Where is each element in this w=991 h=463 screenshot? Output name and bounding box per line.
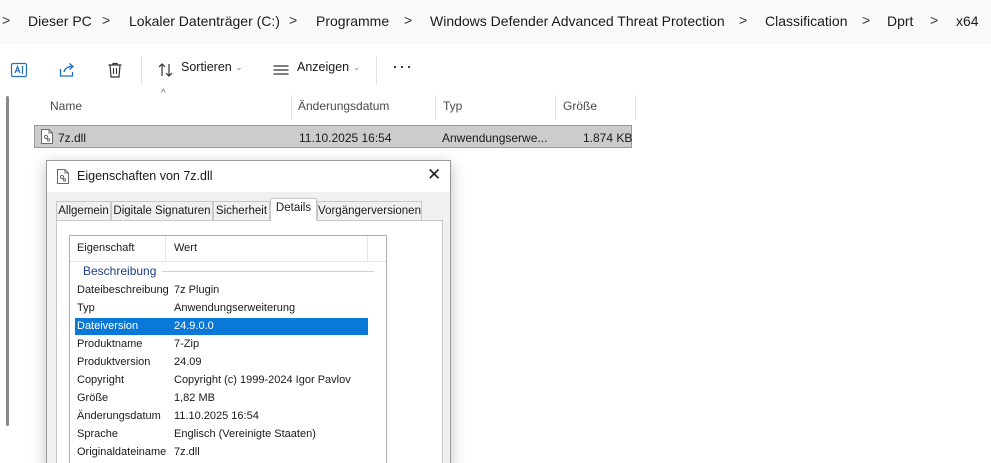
scrollbar[interactable] bbox=[6, 96, 9, 426]
property-key: Produktname bbox=[77, 338, 143, 350]
breadcrumb-separator: > bbox=[862, 12, 871, 28]
breadcrumb-item-classification[interactable]: Classification bbox=[765, 13, 847, 29]
view-button-label: Anzeigen bbox=[297, 60, 350, 74]
file-type: Anwendungserwe... bbox=[442, 131, 548, 145]
group-beschreibung: Beschreibung bbox=[83, 264, 157, 278]
column-divider[interactable] bbox=[635, 95, 636, 119]
chevron-down-icon: ⌄ bbox=[353, 63, 360, 72]
property-key: Dateiversion bbox=[77, 320, 139, 332]
property-row-selected[interactable]: Dateiversion 24.9.0.0 bbox=[75, 318, 368, 335]
column-divider[interactable] bbox=[435, 95, 436, 119]
column-header-size[interactable]: Größe bbox=[563, 99, 597, 113]
property-row[interactable]: Produktname 7-Zip bbox=[75, 336, 368, 353]
breadcrumb-item-windows-defender[interactable]: Windows Defender Advanced Threat Protect… bbox=[430, 13, 725, 29]
properties-list[interactable]: Eigenschaft Wert Beschreibung Dateibesch… bbox=[69, 235, 387, 463]
header-divider bbox=[70, 261, 386, 262]
column-header-date[interactable]: Änderungsdatum bbox=[298, 99, 389, 113]
header-eigenschaft[interactable]: Eigenschaft bbox=[77, 242, 134, 254]
property-key: Sprache bbox=[77, 428, 118, 440]
sort-button-label: Sortieren bbox=[181, 60, 232, 74]
column-divider[interactable] bbox=[555, 95, 556, 119]
tab-allgemein[interactable]: Allgemein bbox=[56, 201, 111, 220]
property-value: Copyright (c) 1999-2024 Igor Pavlov bbox=[174, 374, 351, 386]
header-wert[interactable]: Wert bbox=[174, 242, 197, 254]
details-panel: Eigenschaft Wert Beschreibung Dateibesch… bbox=[56, 220, 443, 463]
property-value: 7z.dll bbox=[174, 446, 200, 458]
tab-digitale-signaturen[interactable]: Digitale Signaturen bbox=[111, 201, 213, 220]
file-row-7z-dll[interactable]: 7z.dll 11.10.2025 16:54 Anwendungserwe..… bbox=[34, 125, 632, 148]
breadcrumb-separator: > bbox=[930, 12, 939, 28]
breadcrumb: > Dieser PC > Lokaler Datenträger (C:) >… bbox=[0, 0, 991, 44]
view-button[interactable]: Anzeigen ⌄ bbox=[297, 60, 360, 74]
more-options-button[interactable]: ··· bbox=[392, 56, 413, 77]
group-divider bbox=[162, 271, 374, 272]
file-size: 1.874 KB bbox=[583, 131, 633, 145]
sort-ascending-icon: ^ bbox=[161, 88, 166, 99]
tab-sicherheit[interactable]: Sicherheit bbox=[213, 201, 270, 220]
breadcrumb-separator: > bbox=[404, 12, 413, 28]
breadcrumb-item-lokaler-datentraeger[interactable]: Lokaler Datenträger (C:) bbox=[129, 13, 280, 29]
breadcrumb-item-dieser-pc[interactable]: Dieser PC bbox=[28, 13, 92, 29]
sort-icon bbox=[157, 61, 175, 79]
property-value: 1,82 MB bbox=[174, 392, 215, 404]
delete-icon[interactable] bbox=[106, 61, 124, 79]
share-icon[interactable] bbox=[58, 61, 76, 79]
property-value: 7z Plugin bbox=[174, 284, 220, 296]
file-date: 11.10.2025 16:54 bbox=[299, 131, 392, 145]
column-header-name[interactable]: Name bbox=[50, 99, 82, 113]
property-key: Produktversion bbox=[77, 356, 151, 368]
dll-file-icon bbox=[41, 129, 53, 144]
tab-details[interactable]: Details bbox=[270, 198, 317, 221]
property-value: Englisch (Vereinigte Staaten) bbox=[174, 428, 316, 440]
breadcrumb-separator: > bbox=[2, 12, 11, 28]
chevron-down-icon: ⌄ bbox=[235, 63, 243, 72]
breadcrumb-item-dprt[interactable]: Dprt bbox=[887, 13, 913, 29]
property-value: 7-Zip bbox=[174, 338, 200, 350]
rename-icon[interactable] bbox=[10, 61, 28, 79]
dll-file-icon bbox=[57, 169, 69, 184]
breadcrumb-separator: > bbox=[102, 12, 111, 28]
property-value: 11.10.2025 16:54 bbox=[174, 410, 259, 422]
dialog-titlebar[interactable]: Eigenschaften von 7z.dll ✕ bbox=[47, 161, 450, 192]
property-row[interactable]: Änderungsdatum 11.10.2025 16:54 bbox=[75, 408, 368, 425]
property-key: Typ bbox=[77, 302, 95, 314]
toolbar-divider bbox=[141, 56, 142, 84]
property-row[interactable]: Originaldateiname 7z.dll bbox=[75, 444, 368, 461]
property-row[interactable]: Sprache Englisch (Vereinigte Staaten) bbox=[75, 426, 368, 443]
tab-vorgaengerversionen[interactable]: Vorgängerversionen bbox=[317, 201, 422, 220]
command-bar: Sortieren ⌄ Anzeigen ⌄ bbox=[0, 44, 991, 94]
breadcrumb-separator: > bbox=[289, 12, 298, 28]
breadcrumb-separator: > bbox=[739, 12, 748, 28]
property-key: Änderungsdatum bbox=[77, 410, 161, 422]
column-divider[interactable] bbox=[165, 236, 166, 261]
property-row[interactable]: Produktversion 24.09 bbox=[75, 354, 368, 371]
property-key: Originaldateiname bbox=[77, 446, 167, 458]
close-icon[interactable]: ✕ bbox=[427, 165, 441, 185]
view-icon bbox=[272, 61, 290, 79]
breadcrumb-item-programme[interactable]: Programme bbox=[316, 13, 389, 29]
sort-button[interactable]: Sortieren ⌄ bbox=[181, 60, 242, 74]
property-key: Dateibeschreibung bbox=[77, 284, 169, 296]
dialog-title: Eigenschaften von 7z.dll bbox=[77, 169, 213, 183]
property-key: Copyright bbox=[77, 374, 125, 386]
property-value: 24.9.0.0 bbox=[174, 320, 214, 332]
column-header-type[interactable]: Typ bbox=[443, 99, 462, 113]
property-value: 24.09 bbox=[174, 356, 202, 368]
toolbar-divider bbox=[376, 56, 377, 84]
property-value: Anwendungserweiterung bbox=[174, 302, 296, 314]
property-row[interactable]: Dateibeschreibung 7z Plugin bbox=[75, 282, 368, 299]
property-row[interactable]: Größe 1,82 MB bbox=[75, 390, 368, 407]
properties-dialog: Eigenschaften von 7z.dll ✕ Allgemein Dig… bbox=[46, 160, 451, 463]
property-row[interactable]: Typ Anwendungserweiterung bbox=[75, 300, 368, 317]
column-divider[interactable] bbox=[291, 95, 292, 119]
property-key: Größe bbox=[77, 392, 109, 404]
property-row[interactable]: Copyright Copyright (c) 1999-2024 Igor P… bbox=[75, 372, 368, 389]
file-name: 7z.dll bbox=[58, 131, 87, 145]
column-divider[interactable] bbox=[367, 236, 368, 261]
breadcrumb-item-x64[interactable]: x64 bbox=[956, 13, 979, 29]
